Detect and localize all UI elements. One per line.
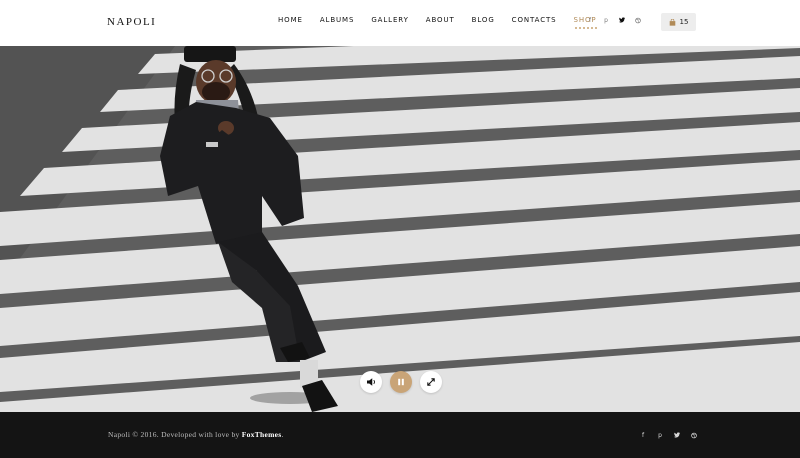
nav-about[interactable]: ABOUT xyxy=(426,16,455,24)
site-footer: Napoli © 2016. Developed with love by Fo… xyxy=(0,412,800,458)
site-header: NAPOLI HOME ALBUMS GALLERY ABOUT BLOG CO… xyxy=(0,0,800,46)
nav-contacts[interactable]: CONTACTS xyxy=(512,16,557,24)
nav-home[interactable]: HOME xyxy=(278,16,303,24)
facebook-icon[interactable]: f xyxy=(587,16,593,24)
foxthemes-link[interactable]: FoxThemes xyxy=(242,430,282,439)
video-controls xyxy=(360,371,442,393)
pinterest-icon[interactable]: p xyxy=(603,16,609,24)
dribbble-icon[interactable] xyxy=(635,16,641,24)
header-social-links: f p xyxy=(587,16,641,24)
cart-button[interactable]: 15 xyxy=(661,13,696,31)
fullscreen-button[interactable] xyxy=(420,371,442,393)
pinterest-icon[interactable]: p xyxy=(657,431,663,439)
copyright-text: Napoli © 2016. Developed with love by Fo… xyxy=(108,430,284,439)
twitter-icon[interactable] xyxy=(619,16,625,24)
volume-icon xyxy=(366,373,376,391)
copyright-suffix: . xyxy=(281,430,284,439)
hero-image xyxy=(0,46,800,412)
cart-count: 15 xyxy=(679,18,689,26)
shopping-bag-icon xyxy=(669,13,676,31)
volume-button[interactable] xyxy=(360,371,382,393)
main-nav: HOME ALBUMS GALLERY ABOUT BLOG CONTACTS … xyxy=(278,16,614,30)
copyright-prefix: Napoli © 2016. Developed with love by xyxy=(108,430,242,439)
pause-icon xyxy=(397,373,405,391)
twitter-icon[interactable] xyxy=(674,431,680,439)
dribbble-icon[interactable] xyxy=(691,431,697,439)
pause-button[interactable] xyxy=(390,371,412,393)
nav-albums[interactable]: ALBUMS xyxy=(320,16,355,24)
hero-video xyxy=(0,46,800,412)
nav-blog[interactable]: BLOG xyxy=(472,16,495,24)
site-logo[interactable]: NAPOLI xyxy=(107,16,156,28)
nav-gallery[interactable]: GALLERY xyxy=(371,16,408,24)
fullscreen-icon xyxy=(427,373,435,391)
facebook-icon[interactable]: f xyxy=(640,431,646,439)
footer-social-links: f p xyxy=(640,431,697,439)
